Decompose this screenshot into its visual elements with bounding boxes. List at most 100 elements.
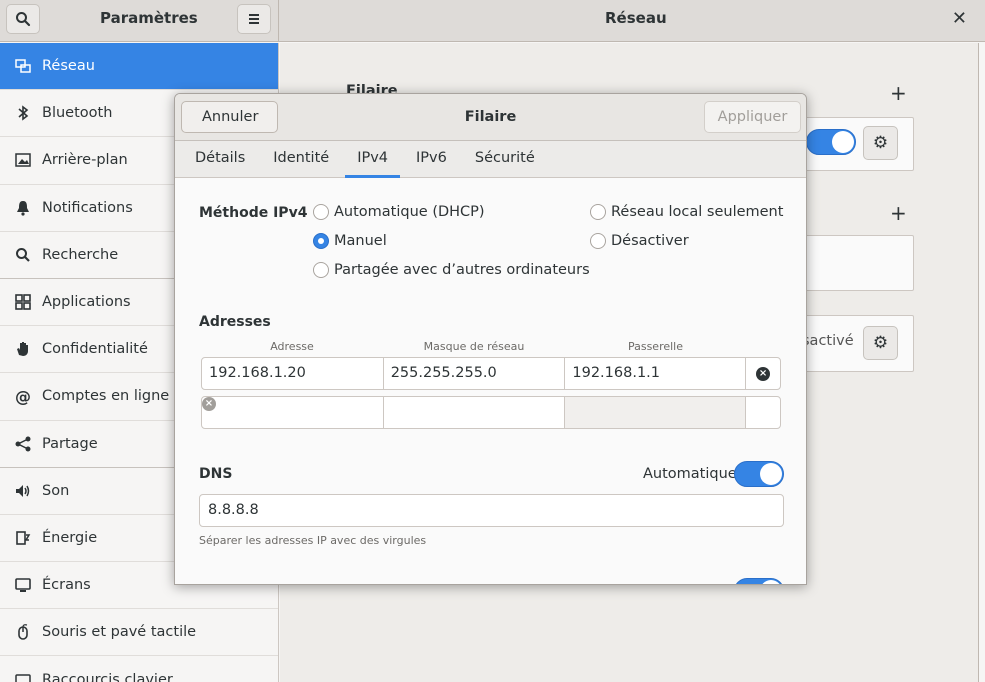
gear-icon: ⚙	[872, 333, 889, 353]
apply-button[interactable]: Appliquer	[704, 101, 801, 133]
search-icon	[16, 12, 31, 27]
tab-details[interactable]: Détails	[183, 141, 257, 178]
page-title: Réseau	[605, 9, 667, 27]
radio-shared[interactable]: Partagée avec d’autres ordinateurs	[313, 262, 590, 278]
search-icon	[14, 246, 32, 264]
sidebar-item-label: Recherche	[42, 246, 119, 263]
netmask-input[interactable]: 255.255.255.0	[384, 358, 566, 389]
delete-address-button[interactable]: ×	[746, 358, 780, 389]
background-icon	[14, 151, 32, 169]
radio-indicator	[313, 204, 329, 220]
hand-icon	[14, 340, 32, 358]
wired-settings-button[interactable]: ⚙	[863, 126, 898, 160]
sidebar-item-label: Énergie	[42, 529, 98, 546]
tab-ipv4[interactable]: IPv4	[345, 141, 401, 178]
dns-label: DNS	[199, 466, 233, 482]
sidebar-item-label: Confidentialité	[42, 341, 148, 358]
address-row: 192.168.1.20 255.255.255.0 192.168.1.1 ×	[201, 357, 781, 390]
display-icon	[14, 576, 32, 594]
wired-dialog: Filaire Annuler Appliquer Détails Identi…	[174, 93, 807, 585]
switch-knob	[832, 131, 854, 153]
address-input[interactable]	[202, 397, 384, 428]
radio-label: Partagée avec d’autres ordinateurs	[334, 262, 590, 278]
routes-auto-switch[interactable]	[734, 578, 784, 584]
sidebar-item-label: Souris et pavé tactile	[42, 624, 197, 641]
dialog-body: Méthode IPv4 Automatique (DHCP) Réseau l…	[175, 178, 806, 584]
sidebar-item-label: Son	[42, 482, 70, 499]
proxy-status: sactivé	[802, 333, 854, 349]
netmask-input[interactable]	[384, 397, 566, 428]
gateway-input[interactable]: 192.168.1.1	[565, 358, 747, 389]
speaker-icon	[14, 482, 32, 500]
cancel-button[interactable]: Annuler	[181, 101, 278, 133]
dns-auto-label: Automatique	[643, 466, 737, 482]
sidebar-item-label: Réseau	[42, 58, 95, 75]
sidebar-item-mouse[interactable]: Souris et pavé tactile	[0, 609, 278, 657]
dialog-header: Filaire Annuler Appliquer	[175, 94, 806, 141]
tab-security[interactable]: Sécurité	[463, 141, 547, 178]
addresses-label: Adresses	[199, 314, 271, 330]
sidebar-title: Paramètres	[100, 9, 198, 27]
sidebar-item-keyboard[interactable]: Raccourcis clavier	[0, 656, 278, 682]
radio-label: Désactiver	[611, 233, 689, 249]
dns-hint: Séparer les adresses IP avec des virgule…	[199, 534, 427, 547]
column-header-netmask: Masque de réseau	[423, 340, 525, 353]
search-button[interactable]	[6, 4, 40, 34]
close-button[interactable]: ✕	[952, 8, 967, 29]
sidebar-item-network[interactable]: Réseau	[0, 43, 278, 91]
header-bar: Paramètres Réseau ✕	[0, 0, 985, 42]
applications-icon	[14, 293, 32, 311]
window-edge	[978, 43, 985, 682]
hamburger-icon	[249, 14, 259, 24]
sidebar-item-label: Notifications	[42, 199, 133, 216]
radio-indicator	[590, 204, 606, 220]
vpn-frame	[800, 235, 914, 291]
radio-label: Réseau local seulement	[611, 204, 784, 220]
wired-switch[interactable]	[806, 129, 856, 155]
method-label: Méthode IPv4	[199, 205, 308, 221]
radio-manual[interactable]: Manuel	[313, 233, 387, 249]
column-header-gateway: Passerelle	[627, 340, 684, 353]
dns-input[interactable]: 8.8.8.8	[199, 494, 784, 527]
tab-ipv6[interactable]: IPv6	[404, 141, 459, 178]
radio-indicator	[590, 233, 606, 249]
power-icon	[14, 529, 32, 547]
sidebar-item-label: Bluetooth	[42, 105, 113, 122]
dns-auto-switch[interactable]	[734, 461, 784, 487]
address-row-empty: ×	[201, 396, 781, 429]
switch-knob	[760, 580, 782, 584]
remove-icon: ×	[202, 397, 216, 411]
keyboard-icon	[14, 671, 32, 682]
bluetooth-icon	[14, 104, 32, 122]
close-icon: ✕	[951, 8, 967, 29]
at-icon: @	[15, 386, 31, 406]
column-header-address: Adresse	[270, 340, 314, 353]
sidebar-item-label: Arrière-plan	[42, 152, 128, 169]
address-input[interactable]: 192.168.1.20	[202, 358, 384, 389]
radio-local-only[interactable]: Réseau local seulement	[590, 204, 783, 220]
gateway-input[interactable]	[565, 397, 747, 428]
tab-identity[interactable]: Identité	[261, 141, 341, 178]
sidebar-item-label: Comptes en ligne	[42, 388, 170, 405]
share-icon	[14, 435, 32, 453]
sidebar-item-label: Écrans	[42, 577, 91, 594]
radio-dhcp[interactable]: Automatique (DHCP)	[313, 204, 485, 220]
switch-knob	[760, 463, 782, 485]
add-vpn-button[interactable]: +	[890, 201, 907, 225]
add-wired-button[interactable]: +	[890, 81, 907, 105]
sidebar-item-label: Raccourcis clavier	[42, 671, 173, 682]
network-icon	[14, 57, 32, 75]
radio-indicator-selected	[313, 233, 329, 249]
radio-label: Automatique (DHCP)	[334, 204, 485, 220]
delete-address-button[interactable]: ×	[202, 397, 780, 428]
mouse-icon	[14, 623, 32, 641]
bell-icon	[14, 199, 32, 217]
menu-button[interactable]	[237, 4, 271, 34]
gear-icon: ⚙	[872, 133, 889, 153]
sidebar-header: Paramètres	[0, 0, 279, 42]
dialog-tabs: Détails Identité IPv4 IPv6 Sécurité	[175, 141, 806, 178]
radio-disable[interactable]: Désactiver	[590, 233, 689, 249]
remove-icon: ×	[756, 366, 771, 381]
radio-indicator	[313, 262, 329, 278]
proxy-settings-button[interactable]: ⚙	[863, 326, 898, 360]
